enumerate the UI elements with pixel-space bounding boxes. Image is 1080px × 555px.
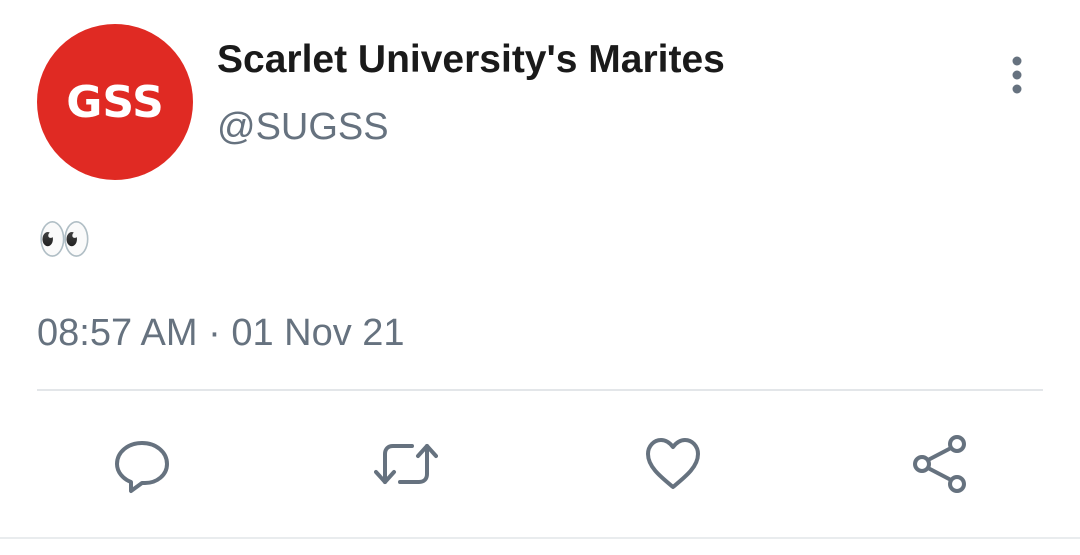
tweet-detail: GSS Scarlet University's Marites @SUGSS … [0, 0, 1080, 555]
retweet-button[interactable] [374, 432, 438, 496]
reply-button[interactable] [110, 432, 174, 496]
avatar-initials: GSS [66, 76, 164, 128]
retweet-icon [374, 444, 438, 484]
avatar[interactable]: GSS [37, 24, 193, 180]
bottom-divider [0, 537, 1080, 539]
display-name[interactable]: Scarlet University's Marites [217, 38, 725, 82]
like-icon [646, 438, 700, 489]
share-button[interactable] [908, 432, 972, 496]
more-vertical-icon [1012, 56, 1022, 94]
reply-icon [115, 441, 169, 493]
share-icon [913, 435, 966, 493]
more-options-button[interactable] [996, 52, 1038, 98]
user-handle[interactable]: @SUGSS [217, 106, 389, 149]
tweet-text: 👀 [37, 214, 92, 265]
divider [37, 389, 1043, 391]
like-button[interactable] [641, 432, 705, 496]
tweet-timestamp: 08:57 AM · 01 Nov 21 [37, 312, 405, 354]
